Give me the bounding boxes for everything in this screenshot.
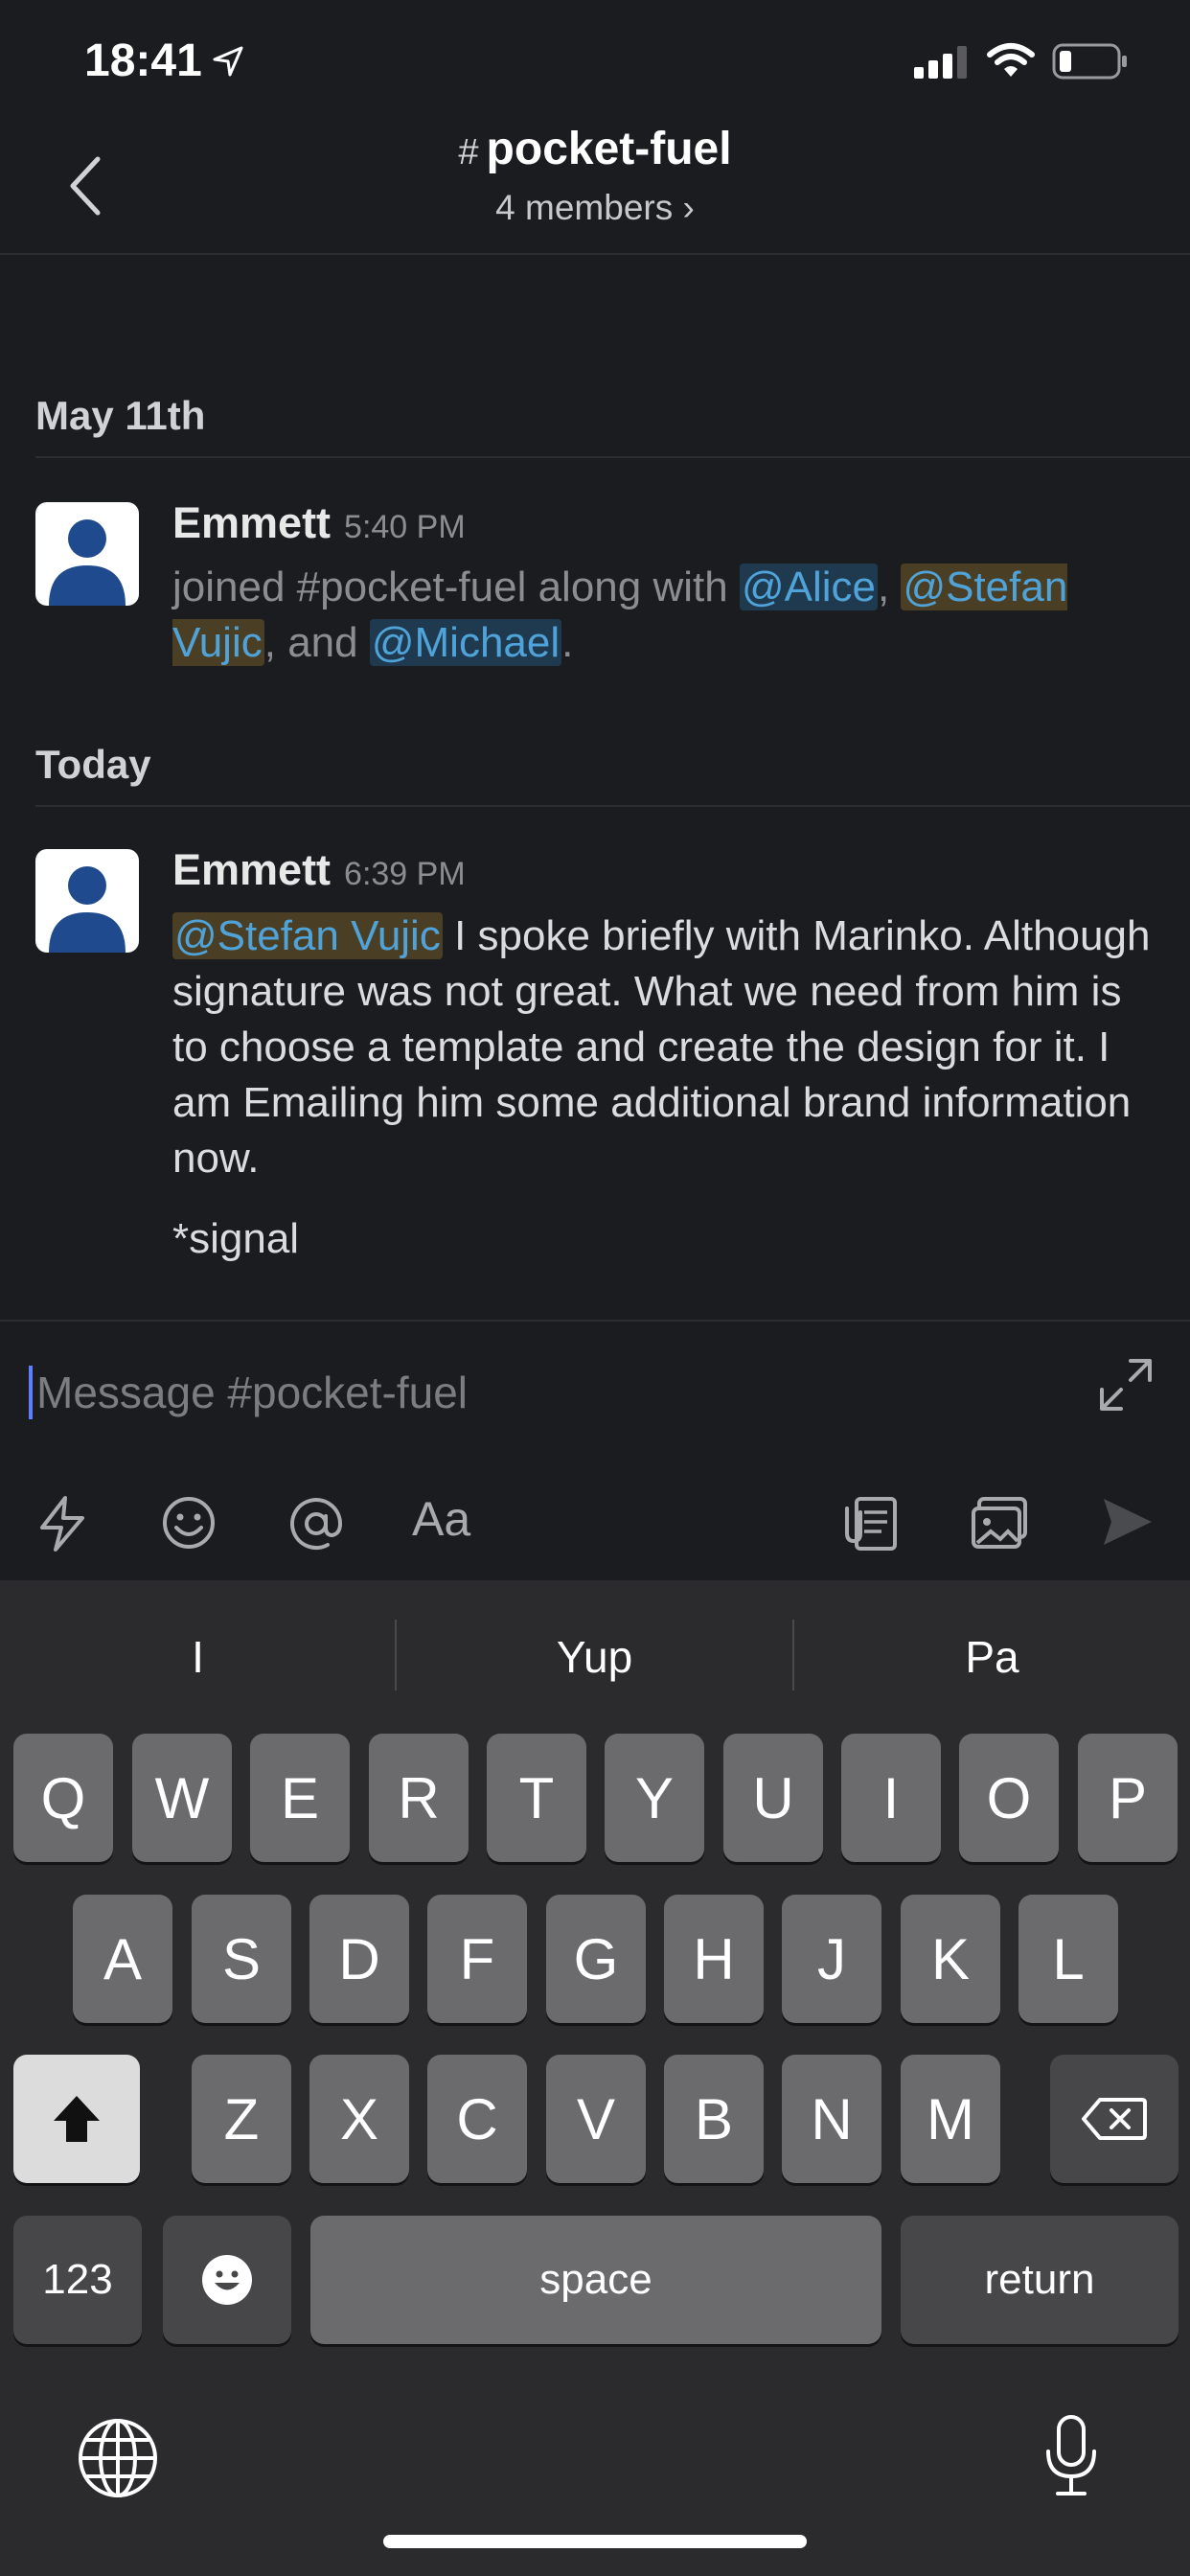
key-j[interactable]: J — [782, 1895, 881, 2023]
default-user-icon — [49, 866, 126, 953]
key-p[interactable]: P — [1078, 1734, 1178, 1862]
key-d[interactable]: D — [309, 1895, 409, 2023]
message-header: Emmett 5:40 PM — [172, 498, 466, 548]
date-divider — [35, 805, 1190, 807]
default-user-icon — [49, 519, 126, 606]
emoji-icon[interactable] — [161, 1495, 217, 1555]
date-separator-label: Today — [35, 742, 151, 787]
emoji-key[interactable] — [163, 2216, 291, 2344]
system-text: joined #pocket-fuel along with — [172, 564, 740, 610]
key-l[interactable]: L — [1018, 1895, 1118, 2023]
key-q[interactable]: Q — [13, 1734, 113, 1862]
attach-file-icon[interactable] — [843, 1495, 899, 1557]
suggestion-2[interactable]: Yup — [397, 1631, 792, 1683]
numbers-key[interactable]: 123 — [13, 2216, 142, 2344]
system-message: joined #pocket-fuel along with @Alice, @… — [172, 560, 1159, 671]
avatar[interactable] — [35, 502, 139, 606]
mention-stefan[interactable]: @Stefan Vujic — [172, 912, 443, 959]
hash-symbol: # — [458, 132, 479, 172]
member-count-link[interactable]: 4 members › — [0, 188, 1190, 228]
backspace-icon — [1082, 2098, 1147, 2140]
suggestion-3[interactable]: Pa — [794, 1631, 1190, 1683]
key-t[interactable]: T — [487, 1734, 586, 1862]
separator-text: . — [561, 619, 574, 666]
mention-at-icon[interactable] — [287, 1495, 345, 1557]
globe-icon[interactable] — [77, 2417, 159, 2504]
key-a[interactable]: A — [73, 1895, 172, 2023]
status-time: 18:41 — [84, 35, 202, 86]
key-x[interactable]: X — [309, 2055, 409, 2183]
message-header: Emmett 6:39 PM — [172, 845, 466, 895]
message-timestamp: 6:39 PM — [344, 856, 466, 892]
shift-key[interactable] — [13, 2055, 140, 2183]
followup-message: *signal — [172, 1215, 300, 1262]
key-o[interactable]: O — [959, 1734, 1059, 1862]
date-separator-label: May 11th — [35, 393, 206, 438]
composer-divider — [0, 1320, 1190, 1322]
key-r[interactable]: R — [369, 1734, 469, 1862]
emoji-face-icon — [202, 2255, 252, 2305]
key-s[interactable]: S — [192, 1895, 291, 2023]
key-n[interactable]: N — [782, 2055, 881, 2183]
author-name[interactable]: Emmett — [172, 498, 331, 547]
key-v[interactable]: V — [546, 2055, 646, 2183]
separator-text: , and — [263, 619, 370, 666]
message-timestamp: 5:40 PM — [344, 509, 466, 545]
expand-icon[interactable] — [1098, 1357, 1154, 1417]
home-indicator[interactable] — [383, 2535, 807, 2548]
key-k[interactable]: K — [901, 1895, 1000, 2023]
key-e[interactable]: E — [250, 1734, 350, 1862]
separator-text: , — [877, 564, 902, 610]
channel-name: pocket-fuel — [486, 124, 732, 174]
shift-arrow-icon — [54, 2096, 100, 2142]
text-format-button[interactable]: Aa — [412, 1491, 470, 1547]
key-g[interactable]: G — [546, 1895, 646, 2023]
key-f[interactable]: F — [427, 1895, 527, 2023]
author-name[interactable]: Emmett — [172, 845, 331, 894]
key-c[interactable]: C — [427, 2055, 527, 2183]
key-h[interactable]: H — [664, 1895, 764, 2023]
mention-alice[interactable]: @Alice — [739, 564, 878, 610]
key-m[interactable]: M — [901, 2055, 1000, 2183]
key-z[interactable]: Z — [192, 2055, 291, 2183]
message-text: @Stefan Vujic I spoke briefly with Marin… — [172, 908, 1159, 1186]
key-i[interactable]: I — [841, 1734, 941, 1862]
send-icon[interactable] — [1100, 1495, 1156, 1553]
space-key[interactable]: space — [310, 2216, 881, 2344]
cellular-signal-icon — [914, 46, 968, 83]
battery-icon — [1052, 42, 1129, 85]
channel-title[interactable]: # pocket-fuel — [0, 123, 1190, 175]
wifi-icon — [987, 42, 1035, 83]
mention-michael[interactable]: @Michael — [369, 619, 562, 666]
key-u[interactable]: U — [723, 1734, 823, 1862]
suggestion-1[interactable]: I — [0, 1631, 396, 1683]
message-input[interactable] — [36, 1361, 995, 1424]
key-b[interactable]: B — [664, 2055, 764, 2183]
key-y[interactable]: Y — [605, 1734, 704, 1862]
microphone-icon[interactable] — [1042, 2413, 1100, 2504]
return-key[interactable]: return — [901, 2216, 1179, 2344]
key-w[interactable]: W — [132, 1734, 232, 1862]
text-cursor — [29, 1366, 33, 1419]
shortcuts-lightning-icon[interactable] — [36, 1495, 88, 1557]
date-divider — [35, 456, 1190, 458]
delete-key[interactable] — [1050, 2055, 1179, 2183]
location-arrow-icon — [213, 46, 243, 81]
avatar[interactable] — [35, 849, 139, 953]
photo-icon[interactable] — [970, 1495, 1029, 1557]
